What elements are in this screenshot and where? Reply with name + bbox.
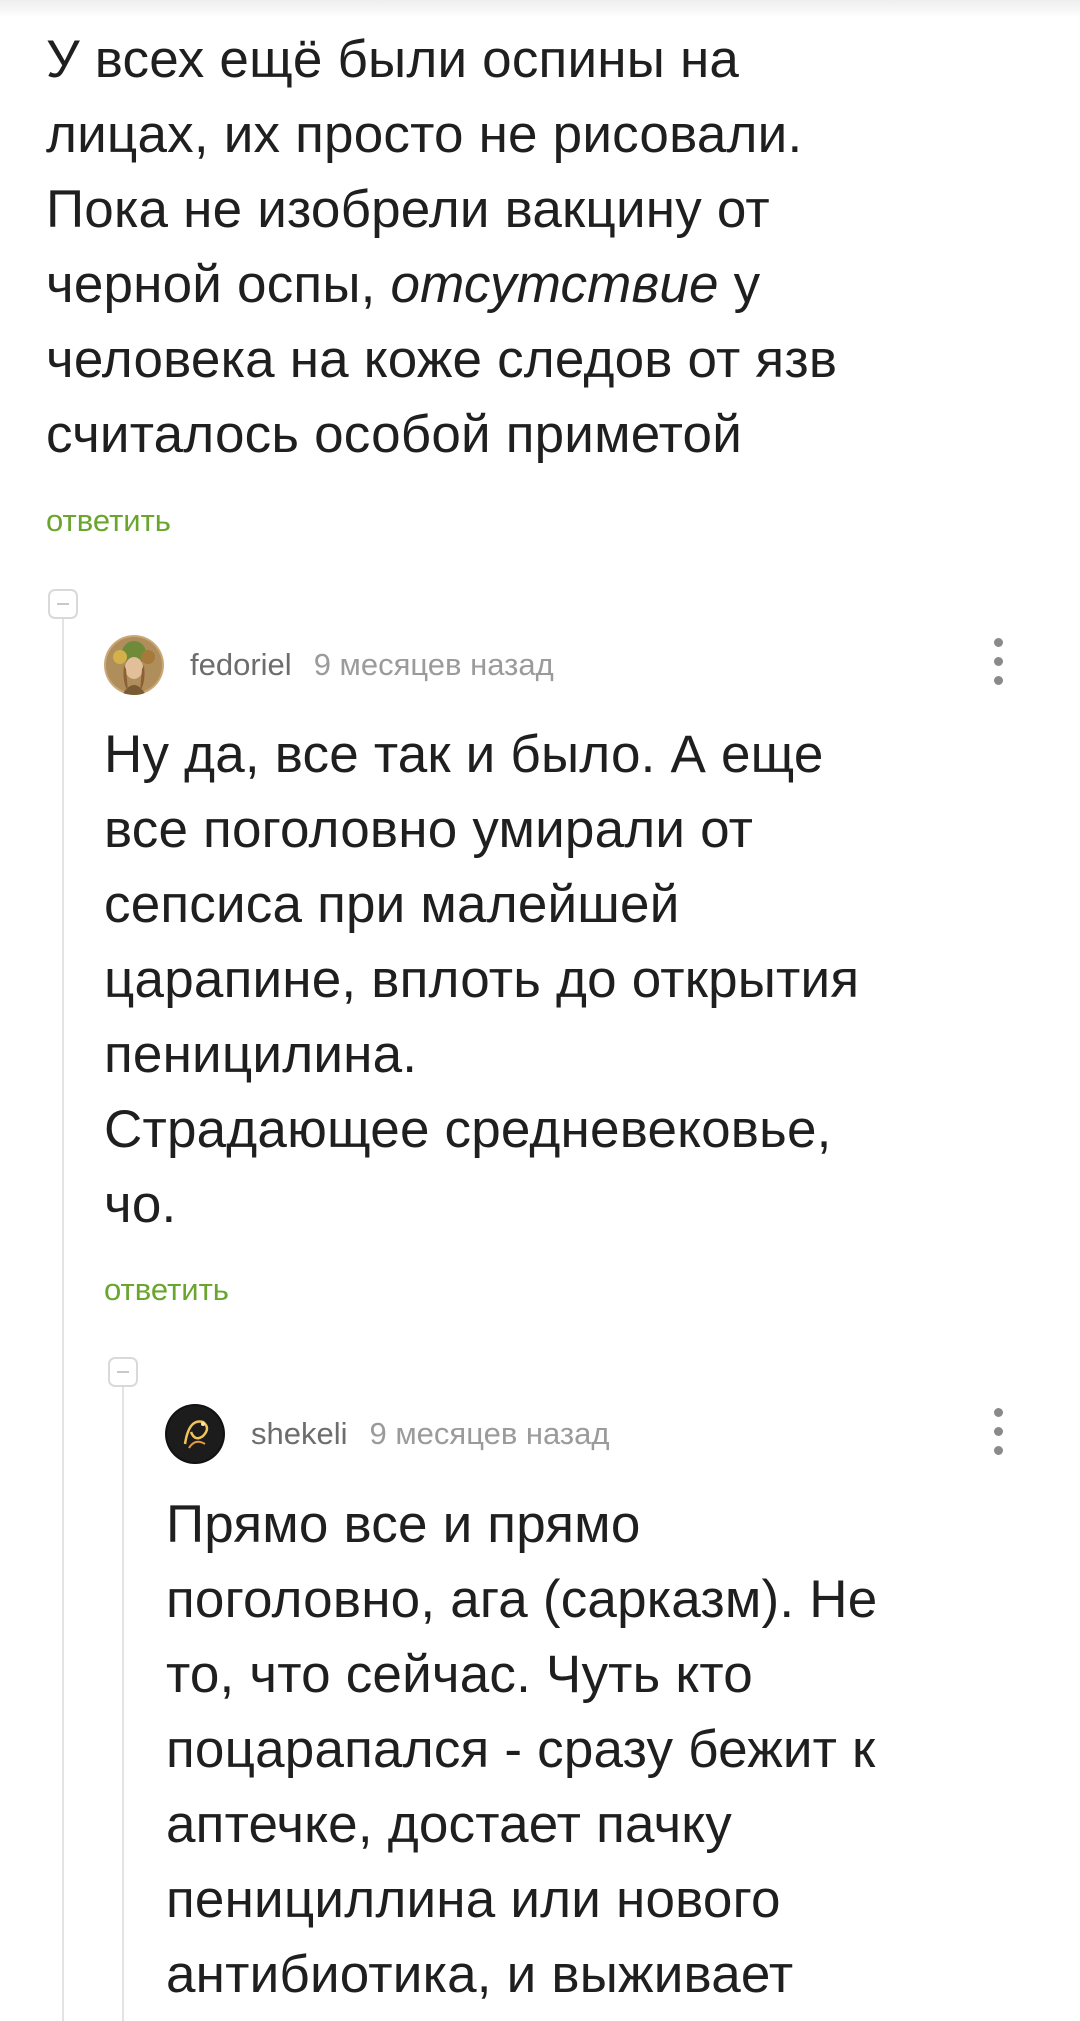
timestamp: 9 месяцев назад [369, 1416, 610, 1451]
text-line: сепсиса при малейшей [104, 875, 680, 934]
comment-header: fedoriel 9 месяцев назад [104, 633, 554, 697]
text-line: считалось особой приметой [46, 405, 743, 464]
text-line: человека на коже следов от язв [46, 330, 838, 389]
text-line: чо. [104, 1175, 177, 1234]
collapse-thread-button[interactable] [108, 1357, 138, 1387]
text-line: лицах, их просто не рисовали. [46, 105, 803, 164]
avatar[interactable] [104, 635, 164, 695]
text-line: поголовно, ага (сарказм). Не [166, 1570, 878, 1629]
text-line: антибиотика, и выживает [166, 1945, 794, 2004]
text-line: У всех ещё были оспины на [46, 30, 740, 89]
text-segment: черной оспы, [46, 255, 391, 314]
parent-comment-text: У всех ещё были оспины на лицах, их прос… [46, 22, 837, 472]
text-line: черной оспы, отсутствие у [46, 247, 837, 322]
more-options-icon[interactable] [990, 1408, 1006, 1464]
text-segment: у [718, 255, 761, 314]
fedoriel-comment-text: Ну да, все так и было. А еще все поголов… [104, 717, 859, 1242]
top-edge-shadow [0, 0, 1080, 18]
text-line: Страдающее средневековье, [104, 1100, 832, 1159]
text-line: царапине, вплоть до открытия [104, 950, 860, 1009]
avatar[interactable] [165, 1404, 225, 1464]
more-options-icon[interactable] [990, 638, 1006, 694]
timestamp: 9 месяцев назад [313, 647, 554, 682]
thread-line [62, 619, 64, 2021]
text-line: Пока не изобрели вакцину от [46, 180, 770, 239]
text-line: аптечке, достает пачку [166, 1795, 732, 1854]
italic-word: отсутствие [390, 255, 719, 314]
text-line: Ну да, все так и было. А еще [104, 725, 824, 784]
thread-line [122, 1387, 124, 2021]
text-line: пенициллина или нового [166, 1870, 781, 1929]
reply-button[interactable]: ответить [104, 1272, 229, 1308]
text-line: то, что сейчас. Чуть кто [166, 1645, 753, 1704]
text-line: пеницилина. [104, 1025, 418, 1084]
shekeli-comment-text: Прямо все и прямо поголовно, ага (сарказ… [166, 1487, 877, 2012]
username[interactable]: fedoriel [190, 647, 292, 683]
username[interactable]: shekeli [251, 1416, 348, 1452]
comment-header: shekeli 9 месяцев назад [165, 1402, 609, 1466]
text-line: поцарапался - сразу бежит к [166, 1720, 876, 1779]
text-line: Прямо все и прямо [166, 1495, 641, 1554]
reply-button[interactable]: ответить [46, 503, 171, 539]
text-line: все поголовно умирали от [104, 800, 754, 859]
collapse-thread-button[interactable] [48, 589, 78, 619]
